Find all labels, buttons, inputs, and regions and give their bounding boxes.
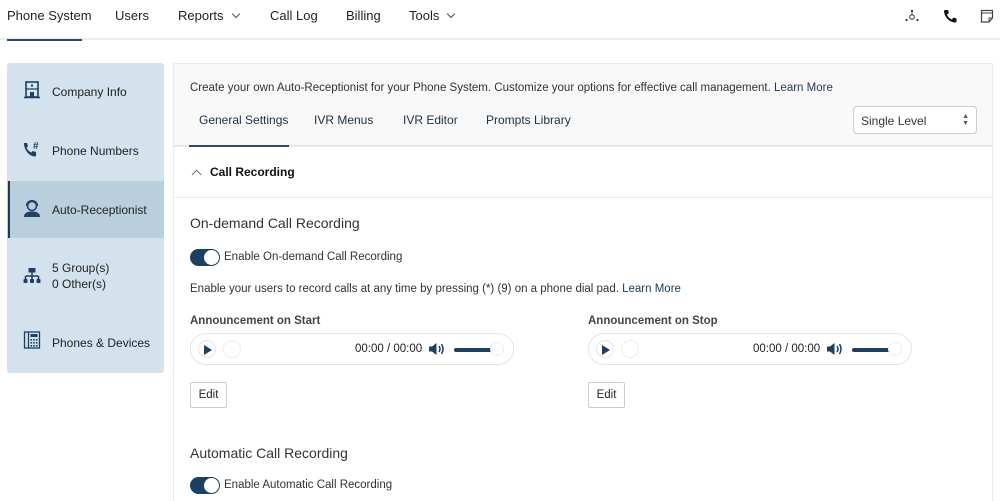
nav-label: Reports bbox=[178, 8, 224, 23]
seek-slider[interactable] bbox=[223, 340, 241, 358]
announcement-start-label: Announcement on Start bbox=[190, 315, 321, 327]
chevron-down-icon bbox=[231, 9, 240, 19]
svg-text:#: # bbox=[33, 141, 39, 152]
nav-users[interactable]: Users bbox=[115, 8, 149, 23]
volume-slider[interactable] bbox=[852, 348, 892, 352]
nav-label: Users bbox=[115, 8, 149, 23]
nav-phone-system[interactable]: Phone System bbox=[7, 8, 92, 23]
audio-player-stop: 00:00 / 00:00 bbox=[588, 333, 912, 365]
sidebar-label-groups: 5 Group(s) bbox=[52, 261, 110, 275]
nav-call-log[interactable]: Call Log bbox=[270, 8, 318, 23]
nav-label: Phone System bbox=[7, 8, 92, 23]
sidebar-label: Auto-Receptionist bbox=[52, 203, 147, 217]
select-arrows-icon: ▲ ▼ bbox=[962, 113, 969, 127]
sidebar-item-phones-devices[interactable]: Phones & Devices bbox=[7, 313, 164, 371]
sidebar-item-groups[interactable]: 5 Group(s) 0 Other(s) bbox=[7, 241, 164, 311]
active-tab-indicator bbox=[189, 145, 289, 147]
phone-icon[interactable] bbox=[942, 8, 958, 24]
nav-reports[interactable]: Reports bbox=[178, 8, 240, 23]
volume-slider-knob[interactable] bbox=[490, 342, 504, 356]
volume-slider-knob[interactable] bbox=[888, 342, 902, 356]
nav-tools[interactable]: Tools bbox=[409, 8, 456, 23]
sidebar-item-auto-receptionist[interactable]: Auto-Receptionist bbox=[7, 181, 164, 238]
volume-icon[interactable] bbox=[826, 341, 844, 357]
active-nav-indicator bbox=[7, 39, 82, 41]
level-select-value: Single Level bbox=[861, 114, 927, 128]
building-icon bbox=[24, 81, 40, 99]
sidebar-item-phone-numbers[interactable]: # Phone Numbers bbox=[7, 121, 164, 179]
on-demand-toggle-label: Enable On-demand Call Recording bbox=[224, 251, 403, 263]
page-header: Create your own Auto-Receptionist for yo… bbox=[174, 64, 992, 147]
tab-general-settings[interactable]: General Settings bbox=[199, 113, 288, 127]
chevron-up-icon bbox=[191, 169, 202, 180]
toggle-knob bbox=[204, 478, 219, 493]
phone-hash-icon: # bbox=[24, 141, 39, 157]
learn-more-link[interactable]: Learn More bbox=[622, 283, 681, 295]
intro-text: Create your own Auto-Receptionist for yo… bbox=[190, 82, 833, 94]
org-chart-icon bbox=[23, 268, 41, 283]
sidebar-label: Phones & Devices bbox=[52, 336, 151, 350]
on-demand-heading: On-demand Call Recording bbox=[190, 215, 360, 231]
sidebar: Company Info # Phone Numbers Auto-Recept… bbox=[7, 63, 164, 373]
seek-slider[interactable] bbox=[621, 340, 639, 358]
section-title: Call Recording bbox=[210, 165, 295, 179]
tab-ivr-editor[interactable]: IVR Editor bbox=[403, 113, 458, 127]
sidebar-item-company-info[interactable]: Company Info bbox=[7, 63, 164, 121]
volume-slider[interactable] bbox=[454, 348, 494, 352]
call-recording-section-toggle[interactable]: Call Recording bbox=[174, 148, 992, 198]
edit-stop-announcement-button[interactable]: Edit bbox=[588, 382, 625, 408]
notes-icon[interactable] bbox=[979, 8, 995, 24]
play-icon[interactable] bbox=[198, 340, 216, 358]
volume-icon[interactable] bbox=[428, 341, 446, 357]
chevron-down-icon bbox=[447, 9, 456, 19]
sidebar-label: Phone Numbers bbox=[52, 144, 139, 158]
description-text: Enable your users to record calls at any… bbox=[190, 283, 619, 295]
tab-prompts-library[interactable]: Prompts Library bbox=[486, 113, 571, 127]
intro-description: Create your own Auto-Receptionist for yo… bbox=[190, 82, 771, 94]
on-demand-toggle[interactable] bbox=[190, 249, 220, 266]
edit-start-announcement-button[interactable]: Edit bbox=[190, 382, 227, 408]
main-panel: Create your own Auto-Receptionist for yo… bbox=[173, 63, 993, 501]
sidebar-label: Company Info bbox=[52, 85, 127, 99]
playback-time: 00:00 / 00:00 bbox=[355, 343, 423, 355]
desk-phone-icon bbox=[23, 331, 41, 349]
level-select[interactable]: Single Level ▲ ▼ bbox=[853, 106, 977, 134]
nav-label: Tools bbox=[409, 8, 440, 23]
on-demand-description: Enable your users to record calls at any… bbox=[190, 283, 681, 295]
learn-more-link[interactable]: Learn More bbox=[774, 82, 833, 94]
network-icon[interactable] bbox=[904, 8, 920, 24]
top-nav: Phone System Users Reports Call Log Bill… bbox=[0, 0, 1000, 41]
automatic-toggle-label: Enable Automatic Call Recording bbox=[224, 479, 393, 491]
audio-player-start: 00:00 / 00:00 bbox=[190, 333, 514, 365]
announcement-stop-label: Announcement on Stop bbox=[588, 315, 718, 327]
toggle-knob bbox=[204, 250, 219, 265]
automatic-toggle[interactable] bbox=[190, 477, 220, 494]
nav-billing[interactable]: Billing bbox=[346, 8, 381, 23]
play-icon[interactable] bbox=[596, 340, 614, 358]
playback-time: 00:00 / 00:00 bbox=[753, 343, 821, 355]
sidebar-label-others: 0 Other(s) bbox=[52, 277, 107, 291]
tab-ivr-menus[interactable]: IVR Menus bbox=[314, 113, 373, 127]
nav-label: Billing bbox=[346, 8, 381, 23]
receptionist-icon bbox=[24, 199, 40, 217]
automatic-heading: Automatic Call Recording bbox=[190, 445, 348, 461]
nav-label: Call Log bbox=[270, 8, 318, 23]
